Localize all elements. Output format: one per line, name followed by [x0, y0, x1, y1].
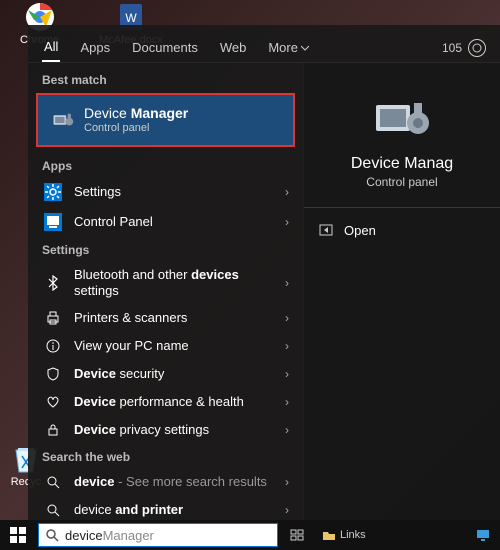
svg-text:W: W: [125, 11, 137, 25]
taskbar-task-view[interactable]: [284, 528, 310, 542]
result-label: device - See more search results: [74, 474, 275, 490]
task-view-icon: [290, 528, 304, 542]
result-bluetooth[interactable]: Bluetooth and other devices settings ›: [28, 261, 303, 304]
printer-icon: [42, 310, 64, 326]
result-label: device and printer: [74, 502, 275, 518]
chevron-right-icon: ›: [285, 503, 289, 517]
result-printers[interactable]: Printers & scanners ›: [28, 304, 303, 332]
preview-title: Device Manag: [351, 155, 453, 173]
start-button[interactable]: [4, 521, 32, 549]
gear-icon: [42, 183, 64, 201]
best-match-result[interactable]: Device Manager Control panel: [36, 93, 295, 147]
section-best-match: Best match: [28, 67, 303, 91]
result-label: Bluetooth and other devices settings: [74, 267, 275, 298]
best-match-subtitle: Control panel: [84, 122, 279, 135]
device-manager-large-icon: [372, 93, 432, 143]
taskbar: device Manager Links: [0, 520, 500, 550]
rewards-badge[interactable]: 105: [442, 39, 486, 57]
chevron-right-icon: ›: [285, 276, 289, 290]
tab-more-label: More: [268, 40, 298, 55]
folder-icon: [322, 528, 336, 542]
result-settings[interactable]: Settings ›: [28, 177, 303, 207]
tab-web[interactable]: Web: [218, 34, 249, 61]
open-button[interactable]: Open: [304, 218, 390, 242]
section-settings: Settings: [28, 237, 303, 261]
monitor-icon: [476, 528, 490, 542]
rewards-medal-icon: [468, 39, 486, 57]
device-manager-icon: [52, 108, 74, 132]
section-search-web: Search the web: [28, 444, 303, 468]
best-match-title: Device Manager: [84, 105, 279, 122]
lock-icon: [42, 422, 64, 438]
tab-all[interactable]: All: [42, 33, 60, 62]
result-device-privacy[interactable]: Device privacy settings ›: [28, 416, 303, 444]
search-tabs: All Apps Documents Web More 105: [28, 25, 500, 63]
shield-icon: [42, 366, 64, 382]
results-column: Best match Device Manager Control panel …: [28, 63, 303, 520]
web-result-device[interactable]: device - See more search results ›: [28, 468, 303, 496]
chevron-right-icon: ›: [285, 311, 289, 325]
rewards-count: 105: [442, 41, 462, 55]
bluetooth-icon: [42, 275, 64, 291]
chevron-right-icon: ›: [285, 395, 289, 409]
open-label: Open: [344, 223, 376, 238]
result-label: Device privacy settings: [74, 422, 275, 438]
chevron-right-icon: ›: [285, 367, 289, 381]
search-icon: [45, 528, 59, 542]
taskbar-tray-monitor[interactable]: [470, 528, 496, 542]
web-result-device-and-printer[interactable]: device and printer ›: [28, 496, 303, 520]
taskbar-links[interactable]: Links: [316, 528, 372, 542]
result-label: Device performance & health: [74, 394, 275, 410]
taskbar-links-label: Links: [340, 529, 366, 541]
chevron-right-icon: ›: [285, 475, 289, 489]
result-label: Printers & scanners: [74, 310, 275, 326]
result-device-performance[interactable]: Device performance & health ›: [28, 388, 303, 416]
tab-apps[interactable]: Apps: [78, 34, 112, 61]
taskbar-search-box[interactable]: device Manager: [38, 523, 278, 547]
result-device-security[interactable]: Device security ›: [28, 360, 303, 388]
chevron-right-icon: ›: [285, 215, 289, 229]
heart-icon: [42, 394, 64, 410]
tab-documents[interactable]: Documents: [130, 34, 200, 61]
result-label: View your PC name: [74, 338, 275, 354]
windows-icon: [10, 527, 26, 543]
control-panel-icon: [42, 213, 64, 231]
tab-more[interactable]: More: [266, 34, 311, 61]
result-label: Settings: [74, 184, 275, 200]
chevron-right-icon: ›: [285, 185, 289, 199]
section-apps: Apps: [28, 153, 303, 177]
chevron-right-icon: ›: [285, 339, 289, 353]
chevron-right-icon: ›: [285, 423, 289, 437]
divider: [304, 207, 500, 208]
search-icon: [42, 475, 64, 489]
result-control-panel[interactable]: Control Panel ›: [28, 207, 303, 237]
preview-subtitle: Control panel: [366, 175, 437, 189]
search-panel: All Apps Documents Web More 105 Best mat…: [28, 25, 500, 520]
info-icon: [42, 338, 64, 354]
result-label: Control Panel: [74, 214, 275, 230]
chevron-down-icon: [301, 44, 309, 52]
result-pc-name[interactable]: View your PC name ›: [28, 332, 303, 360]
search-text: device Manager: [65, 528, 154, 543]
preview-pane: Device Manag Control panel Open: [303, 63, 500, 520]
open-icon: [318, 222, 334, 238]
result-label: Device security: [74, 366, 275, 382]
search-icon: [42, 503, 64, 517]
